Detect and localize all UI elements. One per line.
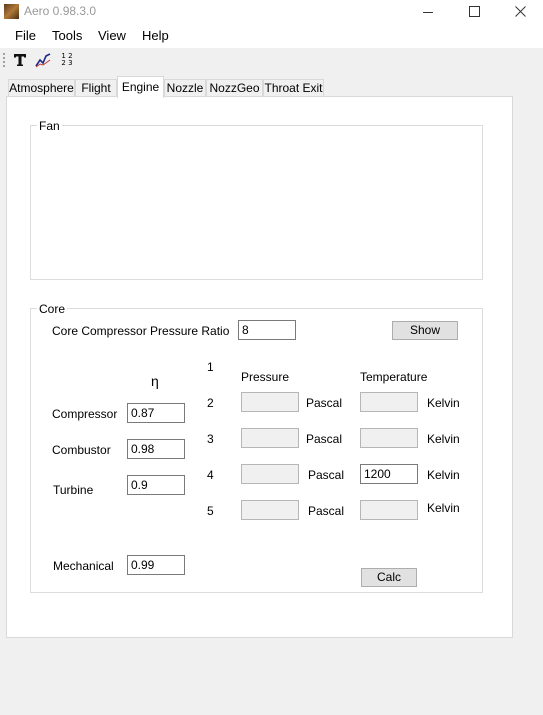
station-4-temperature[interactable]: 1200	[360, 464, 418, 484]
text-icon	[14, 54, 26, 66]
menu-view[interactable]: View	[98, 28, 126, 43]
tab-nozzgeo[interactable]: NozzGeo	[206, 79, 263, 97]
line-chart-icon	[35, 53, 51, 68]
station-3-pressure-unit: Pascal	[306, 432, 343, 446]
engine-tab-panel: Fan Core Core Compressor Pressure Ratio …	[6, 96, 513, 638]
station-number-4: 4	[207, 468, 214, 482]
menu-file[interactable]: File	[15, 28, 36, 43]
compressor-efficiency-input[interactable]: 0.87	[127, 403, 185, 423]
station-5-temperature-unit: Kelvin	[427, 501, 460, 515]
window-title: Aero 0.98.3.0	[24, 4, 97, 18]
station-2-temperature-unit: Kelvin	[427, 396, 460, 410]
numbers-icon: 1 2 2 3	[61, 52, 73, 67]
combustor-efficiency-input[interactable]: 0.98	[127, 439, 185, 459]
mechanical-label: Mechanical	[53, 559, 114, 573]
station-3-temperature-unit: Kelvin	[427, 432, 460, 446]
temperature-header: Temperature	[360, 370, 428, 384]
fan-group-title: Fan	[37, 119, 62, 133]
station-2-pressure[interactable]	[241, 392, 299, 412]
station-number-1: 1	[207, 360, 214, 374]
station-5-pressure-unit: Pascal	[308, 504, 345, 518]
tab-flight[interactable]: Flight	[75, 79, 117, 97]
toolbar: 1 2 2 3	[0, 48, 543, 72]
menu-help[interactable]: Help	[142, 28, 169, 43]
pressure-header: Pressure	[241, 370, 290, 384]
close-icon	[514, 6, 526, 17]
station-5-pressure[interactable]	[241, 500, 299, 520]
combustor-label: Combustor	[52, 443, 111, 457]
station-3-temperature[interactable]	[360, 428, 418, 448]
station-number-5: 5	[207, 504, 214, 518]
station-2-temperature[interactable]	[360, 392, 418, 412]
station-4-pressure-unit: Pascal	[308, 468, 345, 482]
station-2-pressure-unit: Pascal	[306, 396, 343, 410]
turbine-efficiency-input[interactable]: 0.9	[127, 475, 185, 495]
station-number-2: 2	[207, 396, 214, 410]
compressor-label: Compressor	[52, 407, 118, 421]
tab-nozzle[interactable]: Nozzle	[164, 79, 206, 97]
cpr-input[interactable]: 8	[238, 320, 296, 340]
menu-tools[interactable]: Tools	[52, 28, 82, 43]
eta-label: η	[151, 373, 159, 389]
station-4-temperature-unit: Kelvin	[427, 468, 460, 482]
minimize-icon	[423, 11, 433, 13]
chart-tool-button[interactable]	[33, 50, 53, 70]
station-3-pressure[interactable]	[241, 428, 299, 448]
tab-engine[interactable]: Engine	[117, 76, 164, 98]
numbers-tool-button[interactable]: 1 2 2 3	[57, 50, 77, 70]
station-number-3: 3	[207, 432, 214, 446]
station-5-temperature[interactable]	[360, 500, 418, 520]
fan-group	[30, 125, 483, 280]
title-bar: Aero 0.98.3.0	[0, 0, 543, 23]
text-tool-button[interactable]	[10, 50, 30, 70]
tab-throat-exit[interactable]: Throat Exit	[263, 79, 324, 97]
cpr-label: Core Compressor Pressure Ratio	[52, 324, 230, 338]
tab-atmosphere[interactable]: Atmosphere	[8, 79, 75, 97]
calc-button[interactable]: Calc	[361, 568, 417, 587]
mechanical-efficiency-input[interactable]: 0.99	[127, 555, 185, 575]
close-button[interactable]	[497, 0, 543, 23]
show-button[interactable]: Show	[392, 321, 458, 340]
toolbar-grip[interactable]	[3, 53, 5, 67]
minimize-button[interactable]	[405, 0, 451, 23]
maximize-button[interactable]	[451, 0, 497, 23]
turbine-label: Turbine	[53, 483, 94, 497]
station-4-pressure[interactable]	[241, 464, 299, 484]
core-group-title: Core	[37, 302, 68, 316]
menu-bar: File Tools View Help	[0, 23, 543, 48]
maximize-icon	[468, 6, 480, 17]
app-icon	[4, 4, 19, 19]
